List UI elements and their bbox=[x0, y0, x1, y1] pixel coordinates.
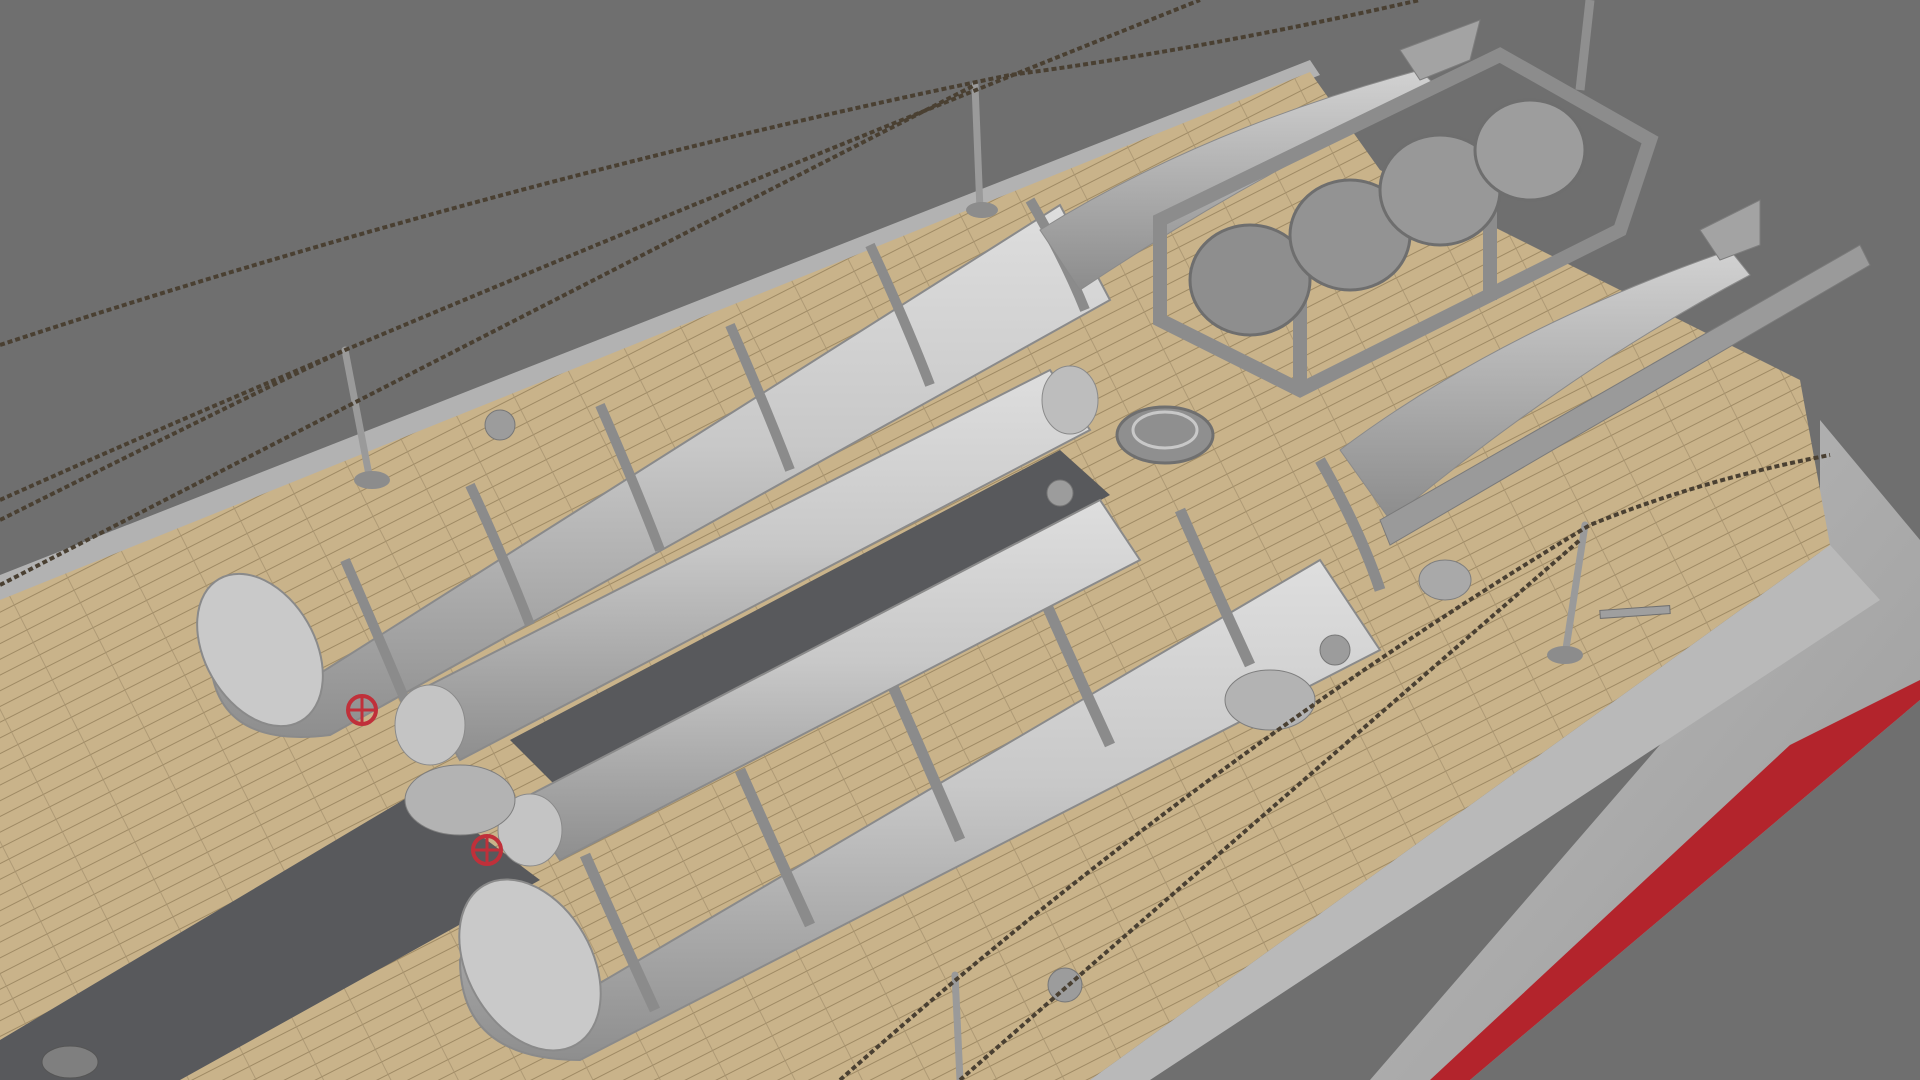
vent-dome-right bbox=[1224, 669, 1316, 731]
bollard-1 bbox=[484, 409, 516, 441]
vent-dome-left bbox=[404, 764, 516, 836]
deck-render-canvas bbox=[0, 0, 1920, 1080]
valve-wheel-upper bbox=[346, 694, 378, 726]
bollard-3 bbox=[1319, 634, 1351, 666]
bollard-2 bbox=[1046, 479, 1074, 507]
deck-plate bbox=[41, 1045, 99, 1079]
valve-wheel-lower bbox=[471, 834, 503, 866]
hatch-wheel bbox=[1115, 405, 1215, 465]
vent-dome-small bbox=[1418, 559, 1472, 601]
